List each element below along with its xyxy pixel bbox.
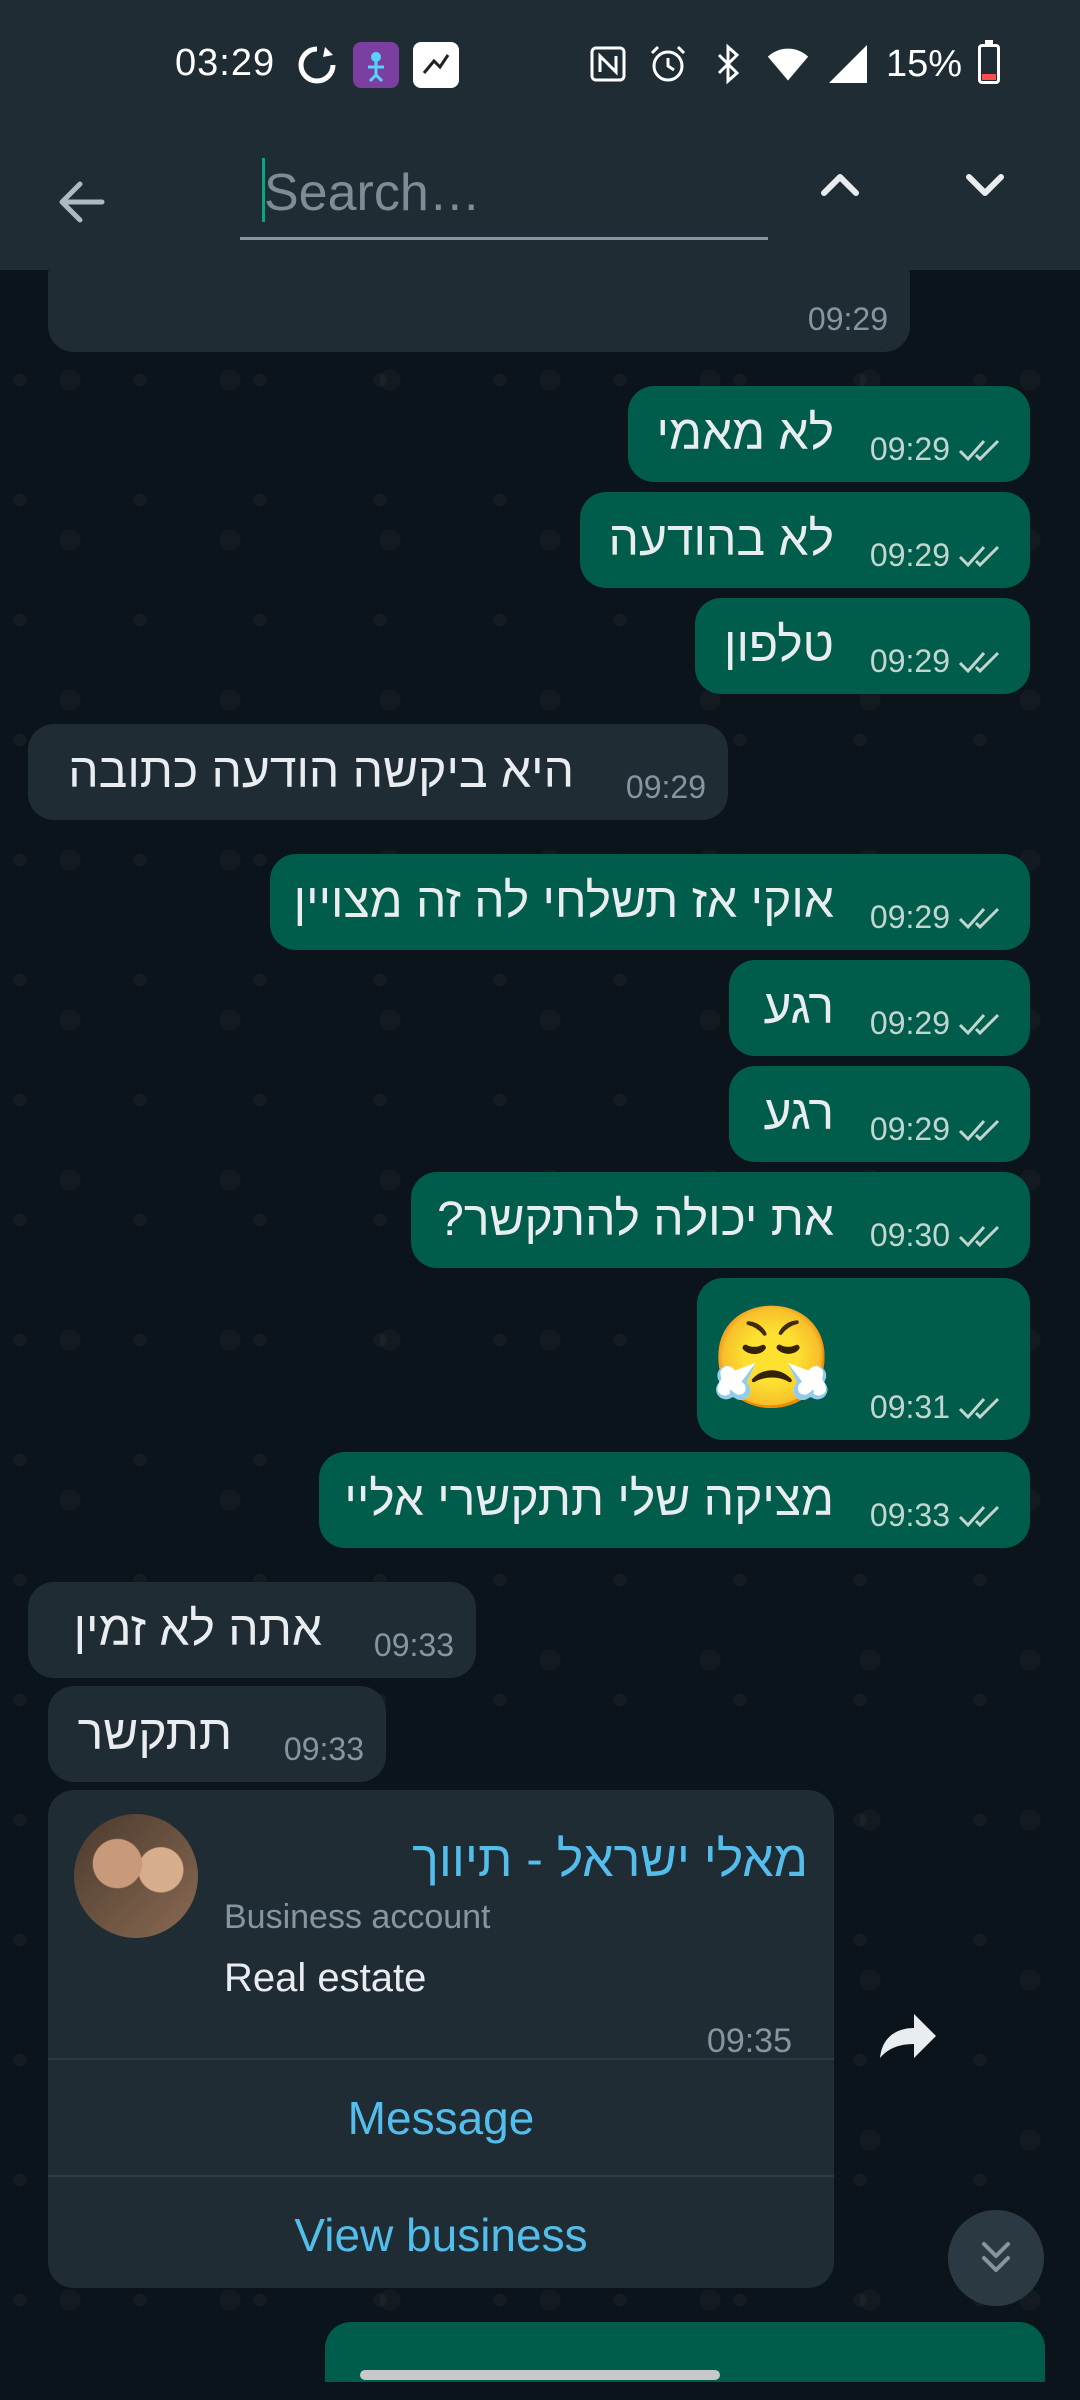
chevron-down-icon[interactable] — [955, 155, 1015, 215]
status-bar: 03:29 15% — [0, 0, 1080, 130]
read-receipt-icon — [958, 1397, 1000, 1419]
back-arrow-icon[interactable] — [50, 170, 114, 234]
incoming-message[interactable]: היא ביקשה הודעה כתובה 09:29 — [28, 724, 728, 820]
message-text: אתה לא זמין — [73, 1603, 322, 1656]
scroll-to-bottom-button[interactable] — [948, 2210, 1044, 2306]
message-meta: 09:29 — [870, 1005, 1008, 1042]
outgoing-message[interactable]: טלפון 09:29 — [695, 598, 1030, 694]
outgoing-message[interactable]: את יכולה להתקשר? 09:30 — [411, 1172, 1030, 1268]
message-time: 09:35 — [706, 2022, 792, 2060]
wifi-icon — [766, 42, 810, 86]
signal-icon — [826, 42, 870, 86]
system-icons: 15% — [586, 40, 1000, 86]
read-receipt-icon — [958, 439, 1000, 461]
notification-icons — [295, 42, 459, 88]
message-text: תתקשר — [77, 1707, 232, 1760]
double-chevron-down-icon — [982, 2242, 1010, 2272]
read-receipt-icon — [958, 545, 1000, 567]
message-meta: 09:29 — [870, 537, 1008, 574]
home-indicator[interactable] — [360, 2370, 720, 2380]
battery-icon — [978, 40, 1000, 84]
message-button[interactable]: Message — [48, 2060, 834, 2176]
outgoing-message[interactable]: לא מאמי 09:29 — [628, 386, 1030, 482]
fitness-app-icon — [413, 42, 459, 88]
business-category: Real estate — [224, 1956, 427, 2000]
outgoing-message[interactable]: רגע 09:29 — [729, 1066, 1030, 1162]
message-time: 09:29 — [869, 431, 950, 467]
status-time: 03:29 — [175, 42, 276, 84]
message-time: 09:31 — [869, 1389, 950, 1425]
message-text: רגע — [763, 981, 834, 1034]
business-avatar[interactable] — [74, 1814, 198, 1938]
message-meta: 09:29 — [870, 431, 1008, 468]
message-time: 09:29 — [807, 301, 888, 337]
message-meta: 09:33 — [284, 1731, 364, 1768]
message-meta: 09:30 — [870, 1217, 1008, 1254]
emoji-message: 😤 — [709, 1302, 834, 1414]
incoming-message[interactable]: אתה לא זמין 09:33 — [28, 1582, 476, 1678]
search-input[interactable] — [240, 148, 768, 240]
message-meta: 09:29 — [870, 1111, 1008, 1148]
message-text: רגע — [763, 1087, 834, 1140]
message-meta: 09:31 — [870, 1389, 1008, 1426]
message-meta: 09:29 — [870, 643, 1008, 680]
forward-icon[interactable] — [872, 2002, 942, 2072]
message-text: אוקי אז תשלחי לה זה מצויין — [293, 875, 834, 928]
message-time: 09:29 — [869, 643, 950, 679]
message-meta: 09:33 — [870, 1497, 1008, 1534]
message-time: 09:29 — [869, 899, 950, 935]
message-time: 09:29 — [869, 1005, 950, 1041]
app-notification-icon — [353, 42, 399, 88]
business-account-label: Business account — [224, 1898, 491, 1936]
incoming-message[interactable]: תתקשר 09:33 — [48, 1686, 386, 1782]
outgoing-message[interactable]: לא בהודעה 09:29 — [580, 492, 1030, 588]
text-cursor — [262, 158, 265, 222]
message-time: 09:33 — [869, 1497, 950, 1533]
read-receipt-icon — [958, 1225, 1000, 1247]
outgoing-message[interactable]: אוקי אז תשלחי לה זה מצויין 09:29 — [270, 854, 1030, 950]
battery-percent: 15% — [885, 42, 962, 85]
read-receipt-icon — [958, 1119, 1000, 1141]
bluetooth-icon — [706, 42, 750, 86]
chevron-up-icon[interactable] — [810, 155, 870, 215]
read-receipt-icon — [958, 1013, 1000, 1035]
message-text: מציקה שלי תתקשרי אליי — [344, 1473, 834, 1526]
business-name: מאלי ישראל - תיווך — [412, 1831, 808, 1887]
message-meta: 09:29 — [808, 301, 888, 338]
message-text: היא ביקשה הודעה כתובה — [68, 745, 574, 798]
message-time: 09:30 — [869, 1217, 950, 1253]
outgoing-message[interactable]: מציקה שלי תתקשרי אליי 09:33 — [319, 1452, 1030, 1548]
message-time: 09:33 — [373, 1627, 454, 1663]
view-business-button[interactable]: View business — [48, 2177, 834, 2293]
nfc-icon — [586, 42, 630, 86]
outgoing-message[interactable]: רגע 09:29 — [729, 960, 1030, 1056]
message-meta: 09:29 — [626, 769, 706, 806]
message-text: טלפון — [723, 619, 834, 672]
business-contact-card[interactable]: מאלי ישראל - תיווך Business account Real… — [48, 1790, 834, 2288]
message-time: 09:29 — [625, 769, 706, 805]
outgoing-message[interactable]: 😤 09:31 — [697, 1278, 1030, 1440]
message-time: 09:29 — [869, 1111, 950, 1147]
alarm-icon — [646, 42, 690, 86]
read-receipt-icon — [958, 907, 1000, 929]
read-receipt-icon — [958, 1505, 1000, 1527]
message-text: לא בהודעה — [608, 513, 834, 566]
message-meta: 09:29 — [870, 899, 1008, 936]
message-text: את יכולה להתקשר? — [437, 1193, 834, 1246]
incoming-message[interactable]: 09:29 — [48, 270, 910, 352]
message-meta: 09:33 — [374, 1627, 454, 1664]
read-receipt-icon — [958, 651, 1000, 673]
message-time: 09:29 — [869, 537, 950, 573]
sync-icon — [295, 43, 339, 87]
message-time: 09:33 — [283, 1731, 364, 1767]
message-text: לא מאמי — [656, 407, 834, 460]
